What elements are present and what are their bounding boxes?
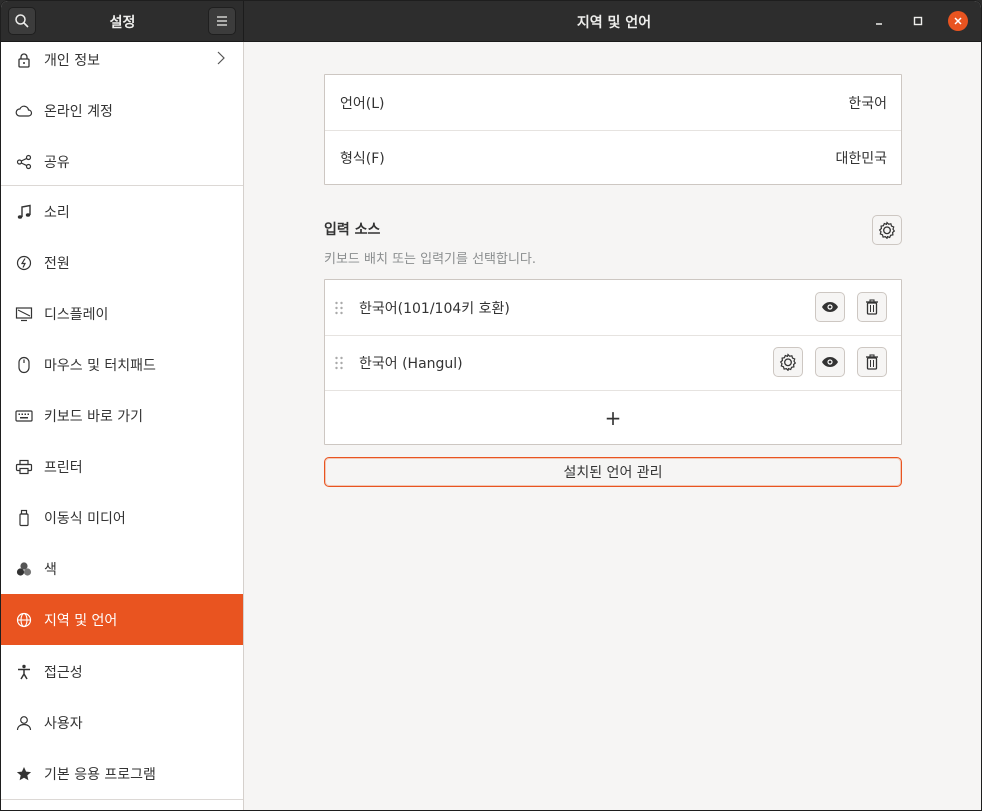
sidebar-item-display[interactable]: 디스플레이 (1, 288, 243, 339)
sidebar-item-users[interactable]: 사용자 (1, 697, 243, 748)
input-source-label: 한국어 (Hangul) (359, 355, 463, 372)
sidebar-item-label: 공유 (44, 154, 70, 171)
close-icon (954, 17, 962, 25)
sidebar-item-label: 전원 (44, 255, 70, 272)
sidebar-item-accessibility[interactable]: 접근성 (1, 646, 243, 697)
sidebar-item-label: 사용자 (44, 715, 83, 732)
search-button[interactable] (8, 7, 36, 35)
sidebar-item-label: 디스플레이 (44, 306, 109, 323)
color-icon (15, 560, 33, 578)
sidebar-item-sound[interactable]: 소리 (1, 186, 243, 237)
sidebar-item-default-applications[interactable]: 기본 응용 프로그램 (1, 748, 243, 799)
sidebar-item-removable-media[interactable]: 이동식 미디어 (1, 492, 243, 543)
sidebar-item-label: 프린터 (44, 459, 83, 476)
input-source-label: 한국어(101/104키 호환) (359, 300, 510, 317)
chevron-right-icon (217, 51, 225, 69)
input-sources-subtitle: 키보드 배치 또는 입력기를 선택합니다. (324, 252, 537, 267)
sidebar-item-sharing[interactable]: 공유 (1, 136, 243, 187)
sidebar-item-region-language[interactable]: 지역 및 언어 (1, 594, 243, 645)
add-input-source-button[interactable]: + (325, 390, 901, 445)
main-content: 언어(L) 한국어 형식(F) 대한민국 입력 소스 키보드 배치 또는 입력기… (245, 42, 981, 810)
star-icon (15, 765, 33, 783)
sidebar-item-label: 색 (44, 561, 57, 578)
sidebar-header: 설정 (1, 1, 244, 42)
eye-icon (822, 357, 838, 367)
close-button[interactable] (948, 11, 968, 31)
maximize-button[interactable] (908, 11, 928, 31)
cloud-icon (15, 102, 33, 120)
share-icon (15, 153, 33, 171)
maximize-icon (913, 16, 923, 26)
input-source-settings-button[interactable] (773, 347, 803, 377)
menu-button[interactable] (208, 7, 236, 35)
formats-row[interactable]: 형식(F) 대한민국 (325, 130, 901, 185)
sidebar-item-label: 기본 응용 프로그램 (44, 766, 156, 783)
gear-icon (878, 221, 896, 239)
language-settings-list: 언어(L) 한국어 형식(F) 대한민국 (324, 74, 902, 185)
formats-label: 형식(F) (340, 150, 385, 167)
sidebar-item-label: 접근성 (44, 664, 83, 681)
keyboard-icon (15, 407, 33, 425)
sidebar-item-online-accounts[interactable]: 온라인 계정 (1, 85, 243, 136)
globe-icon (15, 611, 33, 629)
header-bar: 설정 지역 및 언어 (1, 1, 981, 42)
trash-icon (866, 354, 878, 370)
sidebar-item-label: 키보드 바로 가기 (44, 408, 144, 425)
sidebar-item-label: 개인 정보 (44, 52, 100, 69)
input-sources-options-button[interactable] (872, 215, 902, 245)
hamburger-menu-icon (217, 16, 227, 26)
music-note-icon (15, 203, 33, 221)
user-icon (15, 714, 33, 732)
lock-icon (15, 51, 33, 69)
language-label: 언어(L) (340, 95, 385, 112)
sidebar-divider (1, 799, 243, 800)
sidebar-item-mouse-touchpad[interactable]: 마우스 및 터치패드 (1, 339, 243, 390)
manage-installed-languages-button[interactable]: 설치된 언어 관리 (324, 457, 902, 487)
sidebar-title: 설정 (109, 15, 136, 31)
minimize-button[interactable] (869, 11, 889, 31)
sidebar-item-label: 소리 (44, 204, 70, 221)
eye-icon (822, 302, 838, 312)
input-sources-list: 한국어(101/104키 호환) 한국어 (Hangul) + (324, 279, 902, 445)
preview-layout-button[interactable] (815, 292, 845, 322)
sidebar-item-printers[interactable]: 프린터 (1, 441, 243, 492)
search-icon (15, 14, 29, 28)
remove-input-source-button[interactable] (857, 347, 887, 377)
sidebar-item-power[interactable]: 전원 (1, 237, 243, 288)
sidebar-item-keyboard-shortcuts[interactable]: 키보드 바로 가기 (1, 390, 243, 441)
sidebar-item-label: 지역 및 언어 (44, 612, 118, 629)
drag-handle-icon[interactable] (334, 301, 344, 315)
trash-icon (866, 299, 878, 315)
preview-layout-button[interactable] (815, 347, 845, 377)
language-row[interactable]: 언어(L) 한국어 (325, 75, 901, 130)
language-value: 한국어 (848, 95, 887, 112)
gear-icon (779, 353, 797, 371)
input-sources-title: 입력 소스 (324, 222, 381, 238)
removable-media-icon (15, 509, 33, 527)
input-source-row[interactable]: 한국어 (Hangul) (325, 335, 901, 390)
sidebar: 개인 정보 온라인 계정 공유 소리 전원 디스플레이 마우스 및 터치패드 키… (1, 42, 244, 810)
sidebar-item-privacy[interactable]: 개인 정보 (1, 42, 243, 85)
add-icon: + (604, 405, 622, 430)
display-icon (15, 305, 33, 323)
sidebar-item-label: 마우스 및 터치패드 (44, 357, 156, 374)
settings-window: 설정 지역 및 언어 개인 정보 온라인 계정 공유 소리 전원 디스플레이 마… (0, 0, 982, 811)
remove-input-source-button[interactable] (857, 292, 887, 322)
minimize-icon (876, 23, 882, 25)
drag-handle-icon[interactable] (334, 356, 344, 370)
mouse-icon (15, 356, 33, 374)
formats-value: 대한민국 (835, 150, 887, 167)
accessibility-icon (15, 663, 33, 681)
sidebar-item-label: 온라인 계정 (44, 103, 113, 120)
input-source-row[interactable]: 한국어(101/104키 호환) (325, 280, 901, 335)
sidebar-item-label: 이동식 미디어 (44, 510, 126, 527)
printer-icon (15, 458, 33, 476)
power-icon (15, 254, 33, 272)
sidebar-item-color[interactable]: 색 (1, 543, 243, 594)
